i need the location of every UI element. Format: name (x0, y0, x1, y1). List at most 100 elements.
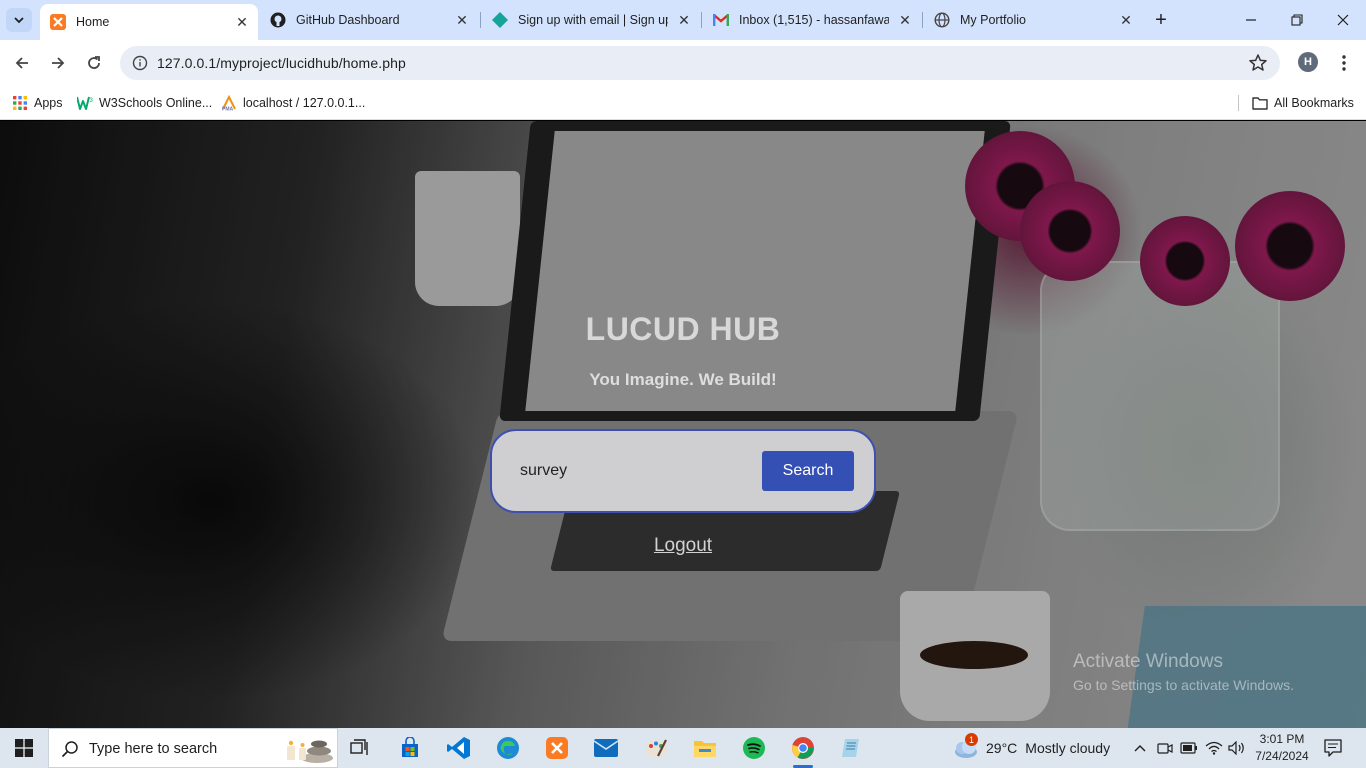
search-button[interactable]: Search (762, 451, 854, 491)
diamond-icon (492, 12, 508, 28)
taskbar-vscode[interactable] (443, 732, 475, 764)
close-icon[interactable]: ✕ (454, 12, 470, 28)
edge-icon (497, 737, 519, 759)
clock-date: 7/24/2024 (1255, 749, 1309, 763)
bookmark-label: localhost / 127.0.0.1... (243, 96, 366, 110)
network-indicator[interactable] (1205, 738, 1223, 758)
globe-icon (934, 12, 950, 28)
notification-center-button[interactable] (1322, 738, 1344, 758)
arrow-left-icon (15, 57, 28, 69)
back-button[interactable] (8, 49, 36, 77)
activate-windows-watermark: Activate Windows Go to Settings to activ… (1073, 651, 1294, 693)
weather-description: Mostly cloudy (1025, 740, 1111, 756)
windows-taskbar: Type here to search 1 29°C Mostly cloudy… (0, 728, 1366, 768)
taskbar-search-box[interactable]: Type here to search (48, 728, 338, 768)
activate-subtitle: Go to Settings to activate Windows. (1073, 677, 1294, 693)
taskbar-paint[interactable] (640, 732, 672, 764)
site-tagline: You Imagine. We Build! (589, 370, 777, 389)
windows-logo-icon (15, 739, 33, 757)
search-form: Search (490, 429, 876, 513)
reload-button[interactable] (80, 49, 108, 77)
restore-button[interactable] (1274, 0, 1320, 40)
show-hidden-icons-button[interactable] (1131, 738, 1149, 758)
spotify-icon (743, 737, 765, 759)
activate-title: Activate Windows (1073, 651, 1223, 672)
tab-divider (480, 12, 481, 28)
arrow-right-icon (52, 57, 65, 69)
xampp-icon (50, 14, 66, 30)
close-icon[interactable]: ✕ (676, 12, 692, 28)
close-icon[interactable]: ✕ (1118, 12, 1134, 28)
bookmarks-bar: Apps 3 W3Schools Online... PMA localhost… (0, 86, 1366, 120)
taskbar-search-placeholder: Type here to search (89, 741, 218, 757)
paint-icon (645, 739, 667, 758)
taskbar-notepad[interactable] (836, 732, 868, 764)
close-window-button[interactable] (1320, 0, 1366, 40)
close-icon[interactable]: ✕ (234, 14, 250, 30)
new-tab-button[interactable]: + (1150, 9, 1172, 31)
forward-button[interactable] (44, 49, 72, 77)
taskbar-xampp[interactable] (541, 732, 573, 764)
plus-icon: + (1155, 8, 1167, 31)
tab-github[interactable]: GitHub Dashboard ✕ (260, 4, 478, 36)
taskbar-edge[interactable] (492, 732, 524, 764)
taskbar-mail[interactable] (590, 732, 622, 764)
svg-text:3: 3 (90, 98, 94, 104)
url-text[interactable]: 127.0.0.1/myproject/lucidhub/home.php (157, 55, 406, 71)
chrome-icon (792, 737, 814, 759)
bookmark-apps[interactable]: Apps (12, 93, 63, 113)
all-bookmarks-button[interactable]: All Bookmarks (1252, 93, 1354, 113)
battery-indicator[interactable] (1180, 738, 1198, 758)
meet-now-button[interactable] (1156, 738, 1174, 758)
profile-avatar[interactable]: H (1298, 52, 1318, 72)
store-icon (402, 737, 418, 757)
tab-portfolio[interactable]: My Portfolio ✕ (924, 4, 1142, 36)
svg-text:PMA: PMA (222, 107, 234, 112)
tab-home[interactable]: Home ✕ (40, 4, 258, 40)
start-button[interactable] (0, 728, 48, 768)
tab-gmail[interactable]: Inbox (1,515) - hassanfawaz ✕ (703, 4, 921, 36)
volume-indicator[interactable] (1228, 738, 1246, 758)
taskbar-spotify[interactable] (738, 732, 770, 764)
speaker-icon (1228, 741, 1244, 755)
tab-title: GitHub Dashboard (296, 13, 400, 27)
taskbar-file-explorer[interactable] (689, 732, 721, 764)
chevron-up-icon (1134, 745, 1146, 752)
taskbar-chrome[interactable] (787, 732, 819, 768)
clock-time: 3:01 PM (1259, 732, 1305, 746)
notification-icon (1324, 739, 1342, 757)
weather-widget[interactable]: 1 29°C Mostly cloudy (952, 733, 1111, 760)
site-info-icon[interactable] (132, 55, 148, 71)
all-bookmarks-label: All Bookmarks (1274, 96, 1354, 110)
cloudy-weather-icon: 1 (952, 733, 980, 759)
minimize-button[interactable] (1228, 0, 1274, 40)
chevron-down-icon (14, 17, 24, 24)
bookmark-label: W3Schools Online... (99, 96, 213, 110)
bookmark-w3schools[interactable]: 3 W3Schools Online... (77, 93, 212, 113)
tab-search-button[interactable] (6, 8, 32, 32)
tab-title: Inbox (1,515) - hassanfawaz (739, 13, 889, 27)
restore-icon (1291, 14, 1303, 26)
task-view-button[interactable] (344, 732, 376, 764)
tab-signup[interactable]: Sign up with email | Sign up ✕ (482, 4, 700, 36)
logout-link[interactable]: Logout (0, 535, 1366, 557)
taskbar-clock[interactable]: 3:01 PM 7/24/2024 (1254, 731, 1310, 765)
browser-tab-strip: Home ✕ GitHub Dashboard ✕ Sign up with e… (0, 0, 1366, 40)
tab-divider (701, 12, 702, 28)
w3schools-icon: 3 (77, 95, 93, 111)
bookmark-localhost[interactable]: PMA localhost / 127.0.0.1... (221, 93, 365, 113)
camera-icon (1157, 743, 1173, 754)
more-vert-icon (1342, 55, 1346, 71)
browser-menu-button[interactable] (1334, 52, 1354, 74)
bookmark-label: Apps (34, 96, 63, 110)
search-input[interactable] (520, 459, 745, 483)
tab-title: Home (76, 15, 110, 29)
address-bar[interactable]: 127.0.0.1/myproject/lucidhub/home.php (120, 46, 1280, 80)
close-icon[interactable]: ✕ (897, 12, 913, 28)
bookmark-star-icon[interactable] (1248, 53, 1268, 73)
site-title: LUCUD HUB (585, 311, 781, 347)
battery-icon (1180, 742, 1197, 754)
tab-divider (922, 12, 923, 28)
taskbar-store[interactable] (394, 732, 426, 764)
apps-grid-icon (12, 95, 28, 111)
